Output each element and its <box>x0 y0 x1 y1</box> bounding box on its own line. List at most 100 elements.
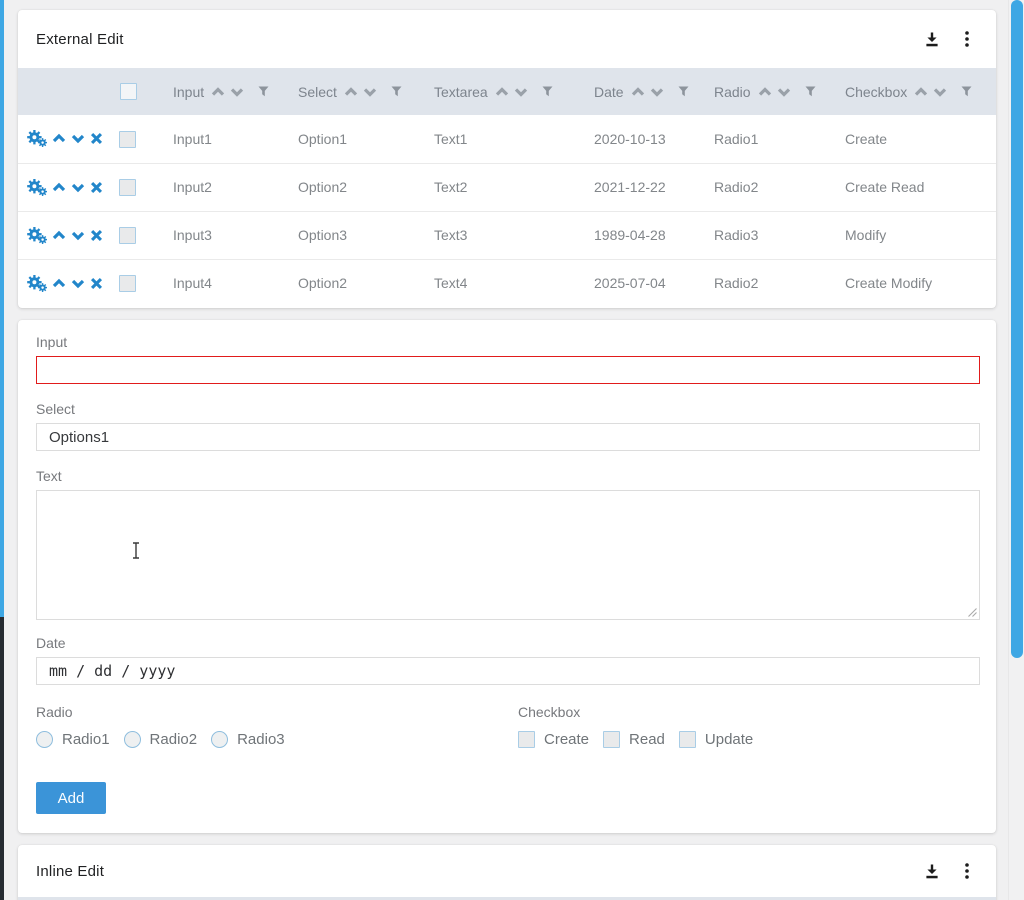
checkbox-icon[interactable] <box>518 731 535 748</box>
kebab-menu-icon[interactable] <box>965 863 969 879</box>
row-move-down-icon[interactable] <box>71 230 85 241</box>
column-header-input: Input <box>164 68 289 115</box>
sort-asc-icon[interactable] <box>495 87 509 97</box>
radio-option-label: Radio2 <box>150 731 198 748</box>
sort-asc-icon[interactable] <box>631 87 645 97</box>
cell-checkbox: Modify <box>836 211 996 259</box>
row-delete-icon[interactable] <box>90 277 103 290</box>
row-move-up-icon[interactable] <box>52 278 66 289</box>
cell-textarea: Text2 <box>425 163 585 211</box>
filter-icon[interactable] <box>805 86 816 97</box>
radio-icon[interactable] <box>124 731 141 748</box>
row-delete-icon[interactable] <box>90 181 103 194</box>
filter-icon[interactable] <box>961 86 972 97</box>
row-settings-icon[interactable] <box>27 275 47 292</box>
radio-group-label: Radio <box>36 704 518 720</box>
sort-asc-icon[interactable] <box>211 87 225 97</box>
row-actions-cell <box>18 163 110 211</box>
external-edit-grid: Input Select Texta <box>18 68 996 307</box>
cell-textarea: Text4 <box>425 259 585 307</box>
select-all-header <box>110 68 164 115</box>
column-label: Textarea <box>434 84 488 100</box>
radio-icon[interactable] <box>36 731 53 748</box>
column-label: Input <box>173 84 204 100</box>
column-label: Select <box>298 84 337 100</box>
download-icon[interactable] <box>924 32 940 47</box>
card-title: Inline Edit <box>36 863 104 880</box>
sort-desc-icon[interactable] <box>363 87 377 97</box>
cell-select: Option2 <box>289 163 425 211</box>
date-input[interactable] <box>36 657 980 685</box>
radio-option-radio2[interactable]: Radio2 <box>124 731 198 748</box>
cell-select: Option2 <box>289 259 425 307</box>
cell-radio: Radio3 <box>705 211 836 259</box>
cell-checkbox: Create Modify <box>836 259 996 307</box>
checkbox-icon[interactable] <box>679 731 696 748</box>
text-area[interactable] <box>36 490 980 620</box>
row-settings-icon[interactable] <box>27 227 47 244</box>
filter-icon[interactable] <box>391 86 402 97</box>
select-all-checkbox[interactable] <box>120 83 137 100</box>
checkbox-option-label: Create <box>544 731 589 748</box>
left-scroll-thumb[interactable] <box>0 0 4 617</box>
sort-desc-icon[interactable] <box>650 87 664 97</box>
column-header-select: Select <box>289 68 425 115</box>
sort-asc-icon[interactable] <box>914 87 928 97</box>
checkbox-option-read[interactable]: Read <box>603 731 665 748</box>
table-row: Input4 Option2 Text4 2025-07-04 Radio2 C… <box>18 259 996 307</box>
row-move-down-icon[interactable] <box>71 133 85 144</box>
row-settings-icon[interactable] <box>27 130 47 147</box>
add-form-card: Input Select Options1 Text Date Radio Ra… <box>18 320 996 833</box>
input-field[interactable] <box>36 356 980 384</box>
page-scrollbar[interactable] <box>1008 0 1024 900</box>
checkbox-option-update[interactable]: Update <box>679 731 753 748</box>
checkbox-option-create[interactable]: Create <box>518 731 589 748</box>
cell-input: Input4 <box>164 259 289 307</box>
add-button[interactable]: Add <box>36 782 106 814</box>
row-select-checkbox[interactable] <box>119 275 136 292</box>
text-label: Text <box>36 468 979 484</box>
row-settings-icon[interactable] <box>27 179 47 196</box>
radio-option-radio1[interactable]: Radio1 <box>36 731 110 748</box>
row-delete-icon[interactable] <box>90 229 103 242</box>
row-select-checkbox[interactable] <box>119 227 136 244</box>
radio-icon[interactable] <box>211 731 228 748</box>
column-header-checkbox: Checkbox <box>836 68 996 115</box>
cell-checkbox: Create <box>836 115 996 163</box>
kebab-menu-icon[interactable] <box>965 31 969 47</box>
column-label: Date <box>594 84 624 100</box>
page-scrollbar-thumb[interactable] <box>1011 0 1023 658</box>
select-input[interactable]: Options1 <box>36 423 980 451</box>
checkbox-icon[interactable] <box>603 731 620 748</box>
cell-input: Input1 <box>164 115 289 163</box>
row-delete-icon[interactable] <box>90 132 103 145</box>
cell-textarea: Text3 <box>425 211 585 259</box>
cell-input: Input2 <box>164 163 289 211</box>
cell-input: Input3 <box>164 211 289 259</box>
row-move-up-icon[interactable] <box>52 182 66 193</box>
sort-desc-icon[interactable] <box>777 87 791 97</box>
cell-radio: Radio1 <box>705 115 836 163</box>
cell-select: Option1 <box>289 115 425 163</box>
row-move-up-icon[interactable] <box>52 133 66 144</box>
download-icon[interactable] <box>924 864 940 879</box>
sort-desc-icon[interactable] <box>230 87 244 97</box>
filter-icon[interactable] <box>542 86 553 97</box>
filter-icon[interactable] <box>678 86 689 97</box>
cell-checkbox: Create Read <box>836 163 996 211</box>
sort-asc-icon[interactable] <box>344 87 358 97</box>
row-select-checkbox[interactable] <box>119 179 136 196</box>
sort-desc-icon[interactable] <box>933 87 947 97</box>
filter-icon[interactable] <box>258 86 269 97</box>
cell-select: Option3 <box>289 211 425 259</box>
radio-option-radio3[interactable]: Radio3 <box>211 731 285 748</box>
sort-asc-icon[interactable] <box>758 87 772 97</box>
sort-desc-icon[interactable] <box>514 87 528 97</box>
row-move-up-icon[interactable] <box>52 230 66 241</box>
row-move-down-icon[interactable] <box>71 182 85 193</box>
date-label: Date <box>36 635 979 651</box>
cell-date: 2020-10-13 <box>585 115 705 163</box>
table-row: Input3 Option3 Text3 1989-04-28 Radio3 M… <box>18 211 996 259</box>
row-select-checkbox[interactable] <box>119 131 136 148</box>
row-move-down-icon[interactable] <box>71 278 85 289</box>
